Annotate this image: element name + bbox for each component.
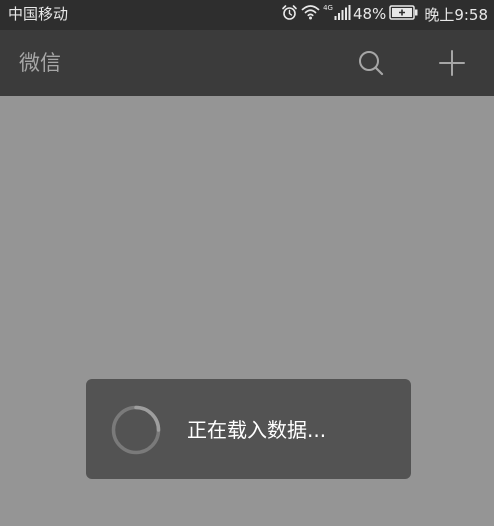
battery-percent: 48% [352,5,387,23]
alarm-icon [281,4,298,25]
network-type-label: 4G [323,4,333,12]
add-icon [439,50,465,76]
app-header: 微信 [0,30,494,96]
signal-icon [334,4,351,24]
status-bar: 中国移动 4G 48% 晚上9:58 [0,0,494,30]
battery-charging-icon [389,4,419,24]
app-title: 微信 [19,51,61,75]
carrier-name: 中国移动 [8,5,69,23]
status-indicators: 4G 48% 晚上9:58 [278,3,488,25]
search-icon [359,51,384,76]
loading-message: 正在载入数据... [187,418,327,442]
wifi-icon [301,4,320,24]
loading-dialog: 正在载入数据... [86,379,411,479]
loading-spinner-icon [111,405,161,455]
clock-time: 晚上9:58 [424,5,488,24]
search-button[interactable] [353,45,389,81]
add-button[interactable] [434,45,470,81]
